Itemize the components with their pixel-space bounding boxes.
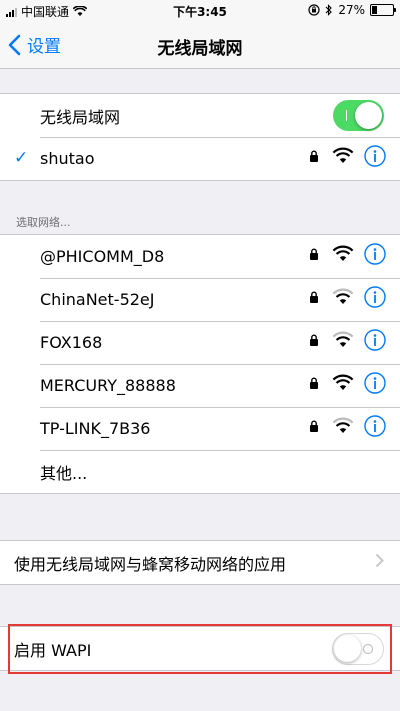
other-network-row[interactable]: 其他... — [0, 450, 400, 493]
navigation-bar: 设置 无线局域网 — [0, 22, 400, 69]
info-icon[interactable] — [364, 329, 386, 351]
lock-icon — [306, 415, 322, 437]
wifi-signal-icon — [332, 374, 354, 390]
apps-using-wlan-row[interactable]: 使用无线局域网与蜂窝移动网络的应用 — [0, 541, 400, 584]
wapi-group: 启用 WAPI — [0, 626, 400, 671]
status-bar: 中国联通 下午3:45 27% — [0, 0, 400, 22]
info-icon[interactable] — [364, 286, 386, 308]
network-name: ChinaNet-52eJ — [40, 290, 155, 309]
apps-using-wlan-label: 使用无线局域网与蜂窝移动网络的应用 — [14, 554, 287, 574]
lock-icon — [306, 286, 322, 308]
network-name: TP-LINK_7B36 — [40, 419, 151, 438]
orientation-lock-icon — [308, 4, 320, 16]
wifi-signal-icon — [332, 288, 354, 304]
wifi-signal-icon — [332, 417, 354, 433]
lock-icon — [306, 372, 322, 394]
wlan-toggle[interactable] — [333, 100, 384, 131]
info-icon[interactable] — [364, 243, 386, 265]
page-title: 无线局域网 — [157, 39, 243, 59]
connected-network-name: shutao — [40, 149, 95, 168]
info-icon[interactable] — [364, 415, 386, 437]
network-row[interactable]: @PHICOMM_D8 — [0, 235, 400, 278]
status-right: 27% — [308, 3, 396, 17]
checkmark-icon: ✓ — [14, 148, 29, 168]
network-list: @PHICOMM_D8 ChinaNet-52eJ FOX168 MERCURY… — [0, 234, 400, 494]
wapi-label: 启用 WAPI — [14, 640, 92, 660]
network-row[interactable]: TP-LINK_7B36 — [0, 407, 400, 450]
other-network-label: 其他... — [40, 463, 88, 483]
network-name: FOX168 — [40, 333, 103, 352]
network-row[interactable]: ChinaNet-52eJ — [0, 278, 400, 321]
apps-using-wlan-group: 使用无线局域网与蜂窝移动网络的应用 — [0, 540, 400, 585]
wlan-toggle-label: 无线局域网 — [40, 107, 121, 127]
lock-icon — [306, 145, 322, 167]
network-name: MERCURY_88888 — [40, 376, 176, 395]
wifi-signal-icon — [332, 331, 354, 347]
bluetooth-icon — [325, 4, 333, 16]
info-icon[interactable] — [364, 372, 386, 394]
wifi-signal-icon — [332, 245, 354, 261]
choose-network-header: 选取网络... — [16, 216, 71, 229]
network-row[interactable]: MERCURY_88888 — [0, 364, 400, 407]
wapi-toggle[interactable] — [332, 633, 384, 665]
battery-percent: 27% — [338, 3, 365, 17]
info-icon[interactable] — [364, 145, 386, 167]
chevron-right-icon — [375, 553, 384, 572]
lock-icon — [306, 329, 322, 351]
wlan-group: 无线局域网 ✓ shutao — [0, 93, 400, 181]
battery-icon — [370, 4, 396, 16]
wlan-toggle-row: 无线局域网 — [0, 94, 400, 137]
wifi-signal-icon — [332, 147, 354, 163]
connected-network-row[interactable]: ✓ shutao — [0, 137, 400, 180]
wapi-row: 启用 WAPI — [0, 627, 400, 670]
network-row[interactable]: FOX168 — [0, 321, 400, 364]
lock-icon — [306, 243, 322, 265]
network-name: @PHICOMM_D8 — [40, 247, 165, 266]
